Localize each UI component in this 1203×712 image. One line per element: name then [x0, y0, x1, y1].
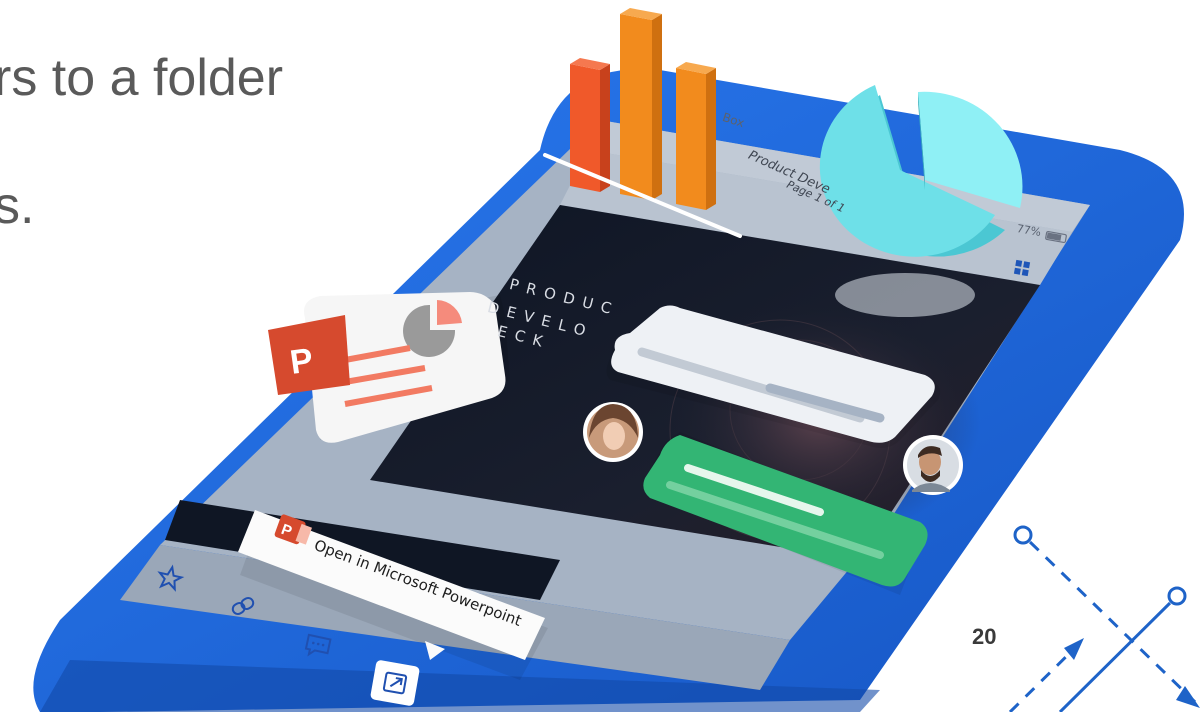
open-in-button[interactable] — [370, 659, 420, 706]
decorative-network-lines — [1008, 525, 1200, 712]
slide-number: 20 — [972, 624, 997, 649]
phone-illustration: P P — [33, 8, 1200, 712]
avatar-woman — [583, 402, 643, 462]
avatar-man — [903, 435, 963, 495]
